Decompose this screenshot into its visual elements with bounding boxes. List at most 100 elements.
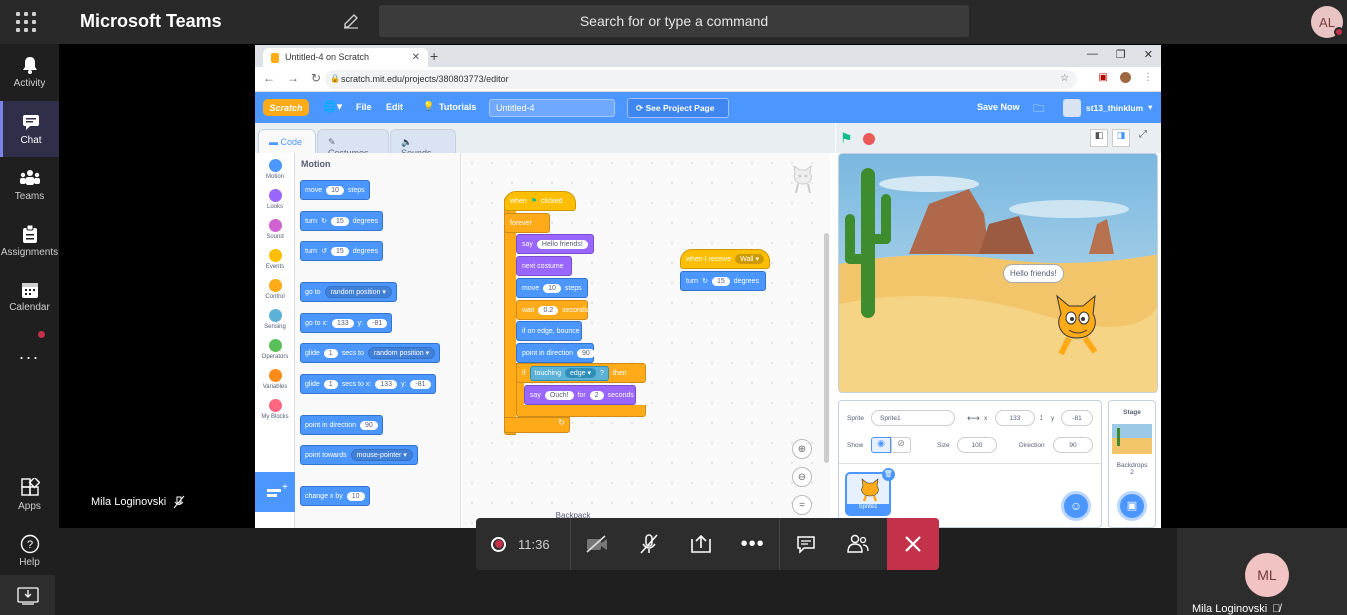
browser-tab[interactable]: Untitled-4 on Scratch ✕ [263, 48, 428, 67]
zoom-out-icon[interactable]: ⊖ [792, 467, 812, 487]
rail-item-help[interactable]: ? Help [0, 523, 59, 579]
close-tab-icon[interactable]: ✕ [412, 52, 420, 63]
block-input[interactable]: 2 [589, 390, 604, 400]
block-input[interactable]: -81 [367, 318, 388, 328]
normal-stage-icon[interactable]: ◨ [1112, 129, 1130, 147]
menu-kebab-icon[interactable]: ⋮ [1143, 72, 1153, 83]
script-block-bounce[interactable]: if on edge, bounce [516, 321, 582, 341]
palette-block-go-to-xy[interactable]: go to x: 133 y: -81 [300, 313, 393, 333]
show-participants-button[interactable] [832, 518, 884, 570]
new-chat-icon[interactable] [342, 12, 360, 30]
tab-code[interactable]: ▬ Code [258, 129, 316, 153]
delete-sprite-icon[interactable]: 🗑 [882, 468, 895, 481]
green-flag-icon[interactable]: ⚑ [840, 130, 853, 147]
category-my-blocks[interactable]: My Blocks [255, 399, 295, 420]
palette-block-change-x[interactable]: change x by 10 [300, 486, 370, 506]
rail-item-apps[interactable]: Apps [0, 467, 59, 523]
sprite-thumbnail[interactable]: Sprite1 🗑 [845, 468, 895, 516]
menu-file[interactable]: File [356, 102, 372, 112]
block-input[interactable]: Ouch! [544, 390, 574, 400]
category-events[interactable]: Events [255, 249, 295, 270]
block-input[interactable]: Hello friends! [536, 239, 588, 249]
add-backdrop-icon[interactable]: ▣ [1117, 491, 1147, 521]
block-dropdown[interactable]: Wall ▾ [735, 254, 764, 264]
save-now-button[interactable]: Save Now [977, 102, 1020, 112]
palette-block-glide[interactable]: glide 1 secs to random position ▾ [300, 343, 441, 363]
rail-item-activity[interactable]: Activity [0, 44, 59, 100]
back-icon[interactable]: ← [263, 71, 275, 85]
add-sprite-icon[interactable]: ☺ [1061, 491, 1091, 521]
tab-costumes[interactable]: ✎ Costumes [317, 129, 389, 158]
category-control[interactable]: Control [255, 279, 295, 300]
camera-off-button[interactable] [571, 518, 623, 570]
block-dropdown[interactable]: random position ▾ [324, 286, 392, 298]
stage-canvas[interactable]: Hello friends! [838, 153, 1158, 393]
pdf-extension-icon[interactable]: ▣ [1099, 72, 1108, 83]
script-block-say[interactable]: say Hello friends! [516, 234, 594, 254]
address-bar[interactable]: 🔒 scratch.mit.edu/projects/380803773/edi… [325, 70, 1077, 89]
zoom-in-icon[interactable]: ⊕ [792, 439, 812, 459]
stage-selector-panel[interactable]: Stage Backdrops 2 ▣ [1108, 400, 1156, 528]
menu-tutorials[interactable]: Tutorials [439, 102, 476, 112]
menu-edit[interactable]: Edit [386, 102, 403, 112]
mic-off-button[interactable] [623, 518, 675, 570]
block-input[interactable]: 133 [331, 318, 354, 328]
bookmark-star-icon[interactable]: ☆ [1060, 73, 1069, 84]
hide-icon[interactable]: ⊘ [891, 437, 911, 453]
script-area[interactable]: when ⚑ clicked forever say Hello friends! n… [462, 153, 830, 528]
sprite-size-input[interactable]: 100 [957, 437, 997, 453]
restore-icon[interactable]: ❐ [1116, 48, 1126, 61]
rail-item-calendar[interactable]: Calendar [0, 269, 59, 325]
category-variables[interactable]: Variables [255, 369, 295, 390]
block-dropdown[interactable]: edge ▾ [564, 368, 597, 378]
rail-item-chat[interactable]: Chat [0, 101, 59, 157]
rail-item-teams[interactable]: Teams [0, 157, 59, 213]
sprite-name-input[interactable]: Sprite1 [871, 410, 955, 426]
block-input[interactable]: 15 [711, 276, 730, 286]
small-stage-icon[interactable]: ◧ [1090, 129, 1108, 147]
sprite-x-input[interactable]: 133 [995, 410, 1035, 426]
reload-icon[interactable]: ↻ [311, 71, 321, 85]
script-block-turn[interactable]: turn ↻ 15 degrees [680, 271, 766, 291]
profile-icon[interactable] [1120, 72, 1131, 83]
account-menu[interactable]: st13_thinklum ▾ [1063, 97, 1153, 118]
category-motion[interactable]: Motion [255, 159, 295, 180]
block-input[interactable]: 10 [346, 491, 365, 501]
palette-block-go-to[interactable]: go to random position ▾ [300, 282, 397, 302]
category-sensing[interactable]: Sensing [255, 309, 295, 330]
share-screen-button[interactable] [675, 518, 727, 570]
sprite-direction-input[interactable]: 90 [1053, 437, 1093, 453]
close-window-icon[interactable]: ✕ [1144, 48, 1153, 61]
forward-icon[interactable]: → [287, 71, 299, 85]
block-dropdown[interactable]: mouse-pointer ▾ [350, 449, 413, 461]
block-input[interactable]: -81 [410, 379, 431, 389]
show-conversation-button[interactable] [780, 518, 832, 570]
block-input[interactable]: 0.2 [538, 305, 559, 315]
script-block-when-i-receive[interactable]: when I receive Wall ▾ [680, 249, 770, 269]
rail-item-assignments[interactable]: Assignments [0, 213, 59, 269]
block-input[interactable]: 90 [576, 348, 595, 358]
script-block-next-costume[interactable]: next costume [516, 256, 572, 276]
category-sound[interactable]: Sound [255, 219, 295, 240]
category-looks[interactable]: Looks [255, 189, 295, 210]
rail-item-more[interactable]: ... [0, 325, 59, 381]
script-block-if[interactable]: if touching edge ▾? then [516, 363, 646, 383]
fullscreen-icon[interactable]: ⤢ [1134, 129, 1152, 147]
script-block-touching[interactable]: touching edge ▾? [529, 365, 609, 381]
search-input[interactable]: Search for or type a command [379, 5, 969, 37]
project-title-input[interactable]: Untitled-4 [489, 99, 615, 117]
block-input[interactable]: 1 [323, 348, 338, 358]
block-input[interactable]: 15 [330, 216, 349, 226]
more-actions-button[interactable]: ••• [727, 518, 779, 570]
scratch-logo[interactable]: Scratch [263, 99, 309, 116]
download-button[interactable] [0, 575, 55, 615]
block-input[interactable]: 133 [375, 379, 397, 389]
language-globe-icon[interactable]: 🌐▾ [323, 100, 342, 113]
tab-sounds[interactable]: 🔈 Sounds [390, 129, 456, 158]
category-operators[interactable]: Operators [255, 339, 295, 360]
stop-icon[interactable] [863, 133, 875, 145]
block-input[interactable]: 1 [323, 379, 338, 389]
script-block-wait[interactable]: wait 0.2 seconds [516, 300, 588, 320]
user-avatar[interactable]: AL [1311, 6, 1344, 38]
block-input[interactable]: 10 [543, 283, 561, 293]
